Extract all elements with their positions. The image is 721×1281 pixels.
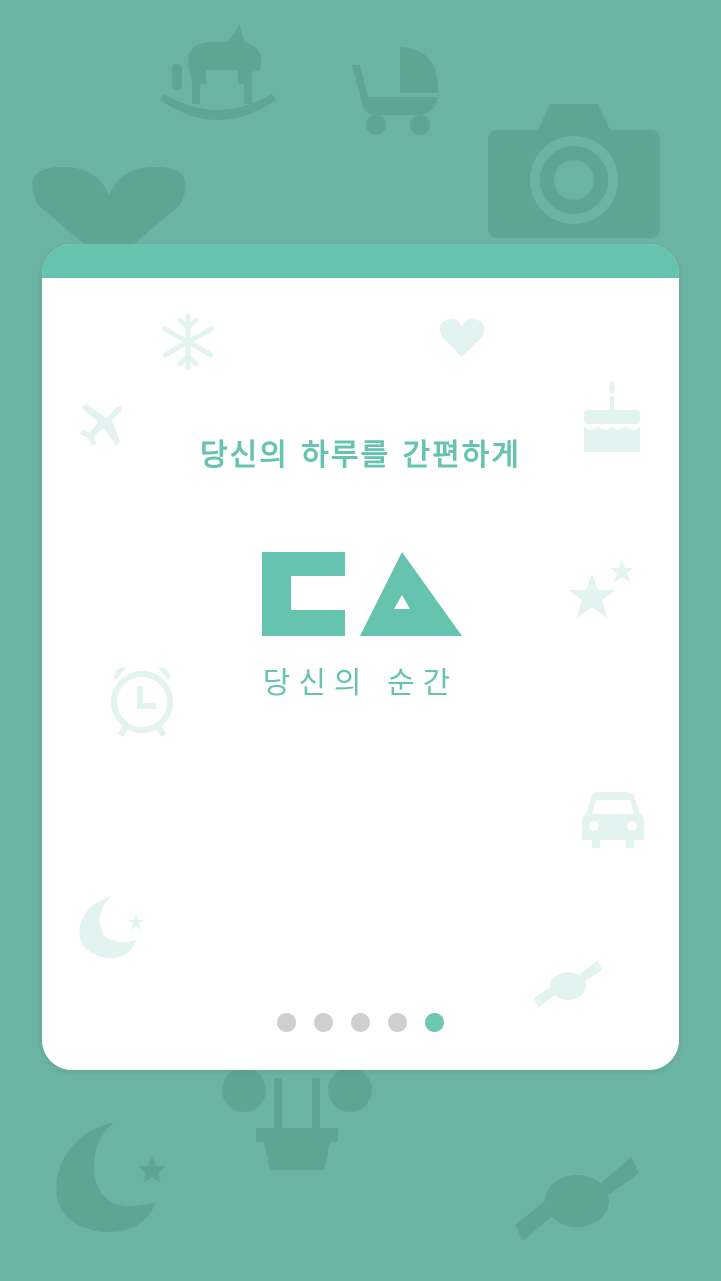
page-dot-2[interactable]: [314, 1013, 333, 1032]
stroller-icon: [352, 47, 439, 135]
moon-star-icon: [79, 896, 144, 959]
page-indicator: [42, 1013, 679, 1032]
onboarding-card: 당신의 하루를 간편하게 당신의 순간: [42, 244, 679, 1070]
page-dot-4[interactable]: [388, 1013, 407, 1032]
candy-icon: [534, 960, 602, 1008]
flower-pot-icon: [222, 1068, 372, 1170]
card-header-bar: [42, 244, 679, 278]
logo-subtitle: 당신의 순간: [262, 666, 459, 701]
rocking-horse-icon: [160, 24, 276, 120]
candy-icon: [515, 1157, 639, 1241]
snowflake-icon: [162, 314, 214, 370]
car-icon: [582, 792, 644, 848]
tagline-text: 당신의 하루를 간편하게: [200, 438, 521, 473]
stars-icon: [568, 560, 634, 618]
page-dot-1[interactable]: [277, 1013, 296, 1032]
page-dot-3[interactable]: [351, 1013, 370, 1032]
page-dot-5-active[interactable]: [425, 1013, 444, 1032]
moon-star-icon: [56, 1122, 166, 1233]
app-logo: [262, 552, 462, 636]
camera-icon: [488, 104, 660, 238]
heart-icon: [439, 318, 485, 357]
